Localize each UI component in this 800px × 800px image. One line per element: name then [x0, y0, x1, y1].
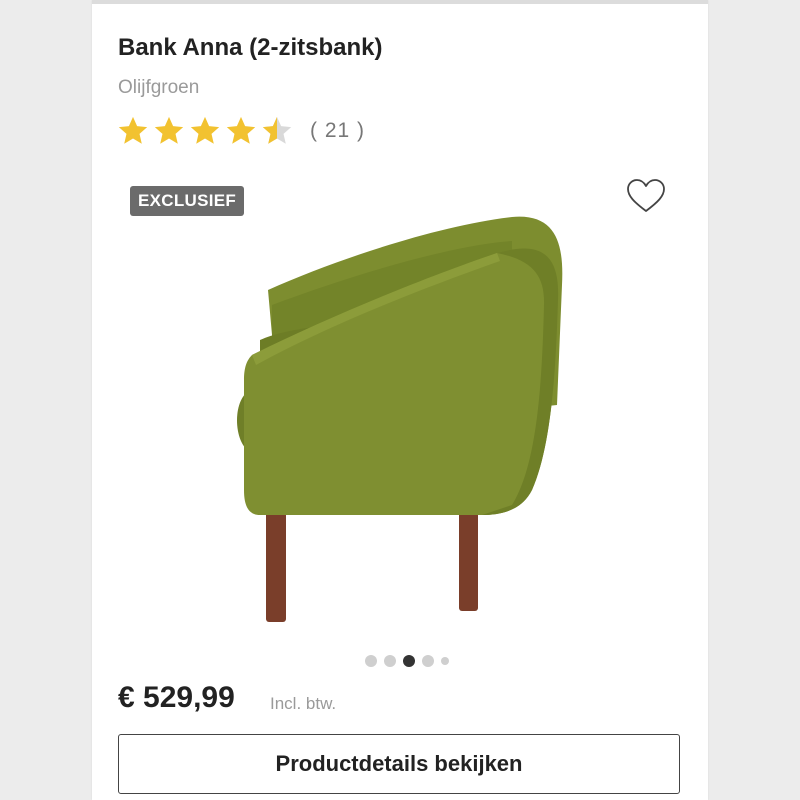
- carousel-dot-active[interactable]: [403, 655, 415, 667]
- vat-note: Incl. btw.: [270, 694, 337, 713]
- star-icon: [190, 116, 220, 144]
- star-icon: [154, 116, 184, 144]
- review-count[interactable]: ( 21 ): [310, 119, 365, 143]
- product-card: Bank Anna (2-zitsbank) Olijfgroen (21)…: [92, 0, 708, 800]
- page-background-right: [708, 0, 800, 800]
- product-color-name: Olijfgroen: [118, 77, 200, 98]
- card-top-divider: [92, 0, 708, 4]
- product-title[interactable]: Bank Anna (2-zitsbank): [118, 34, 382, 62]
- star-half-icon: [262, 116, 292, 144]
- carousel-dot[interactable]: [365, 655, 377, 667]
- product-price: € 529,99: [118, 681, 235, 714]
- heart-outline-icon[interactable]: [626, 178, 666, 214]
- product-image[interactable]: [212, 205, 582, 635]
- carousel-dots: [365, 655, 456, 667]
- carousel-dot[interactable]: [384, 655, 396, 667]
- page-background-left: [0, 0, 92, 800]
- carousel-dot[interactable]: [422, 655, 434, 667]
- star-icon: [118, 116, 148, 144]
- rating-row[interactable]: ( 21 ): [116, 114, 365, 148]
- star-icon: [226, 116, 256, 144]
- carousel-dot[interactable]: [441, 657, 449, 665]
- rating-stars: [116, 114, 296, 148]
- sofa-leg-front: [266, 510, 286, 622]
- sofa-leg-back: [459, 505, 478, 611]
- product-details-button[interactable]: Productdetails bekijken: [118, 734, 680, 794]
